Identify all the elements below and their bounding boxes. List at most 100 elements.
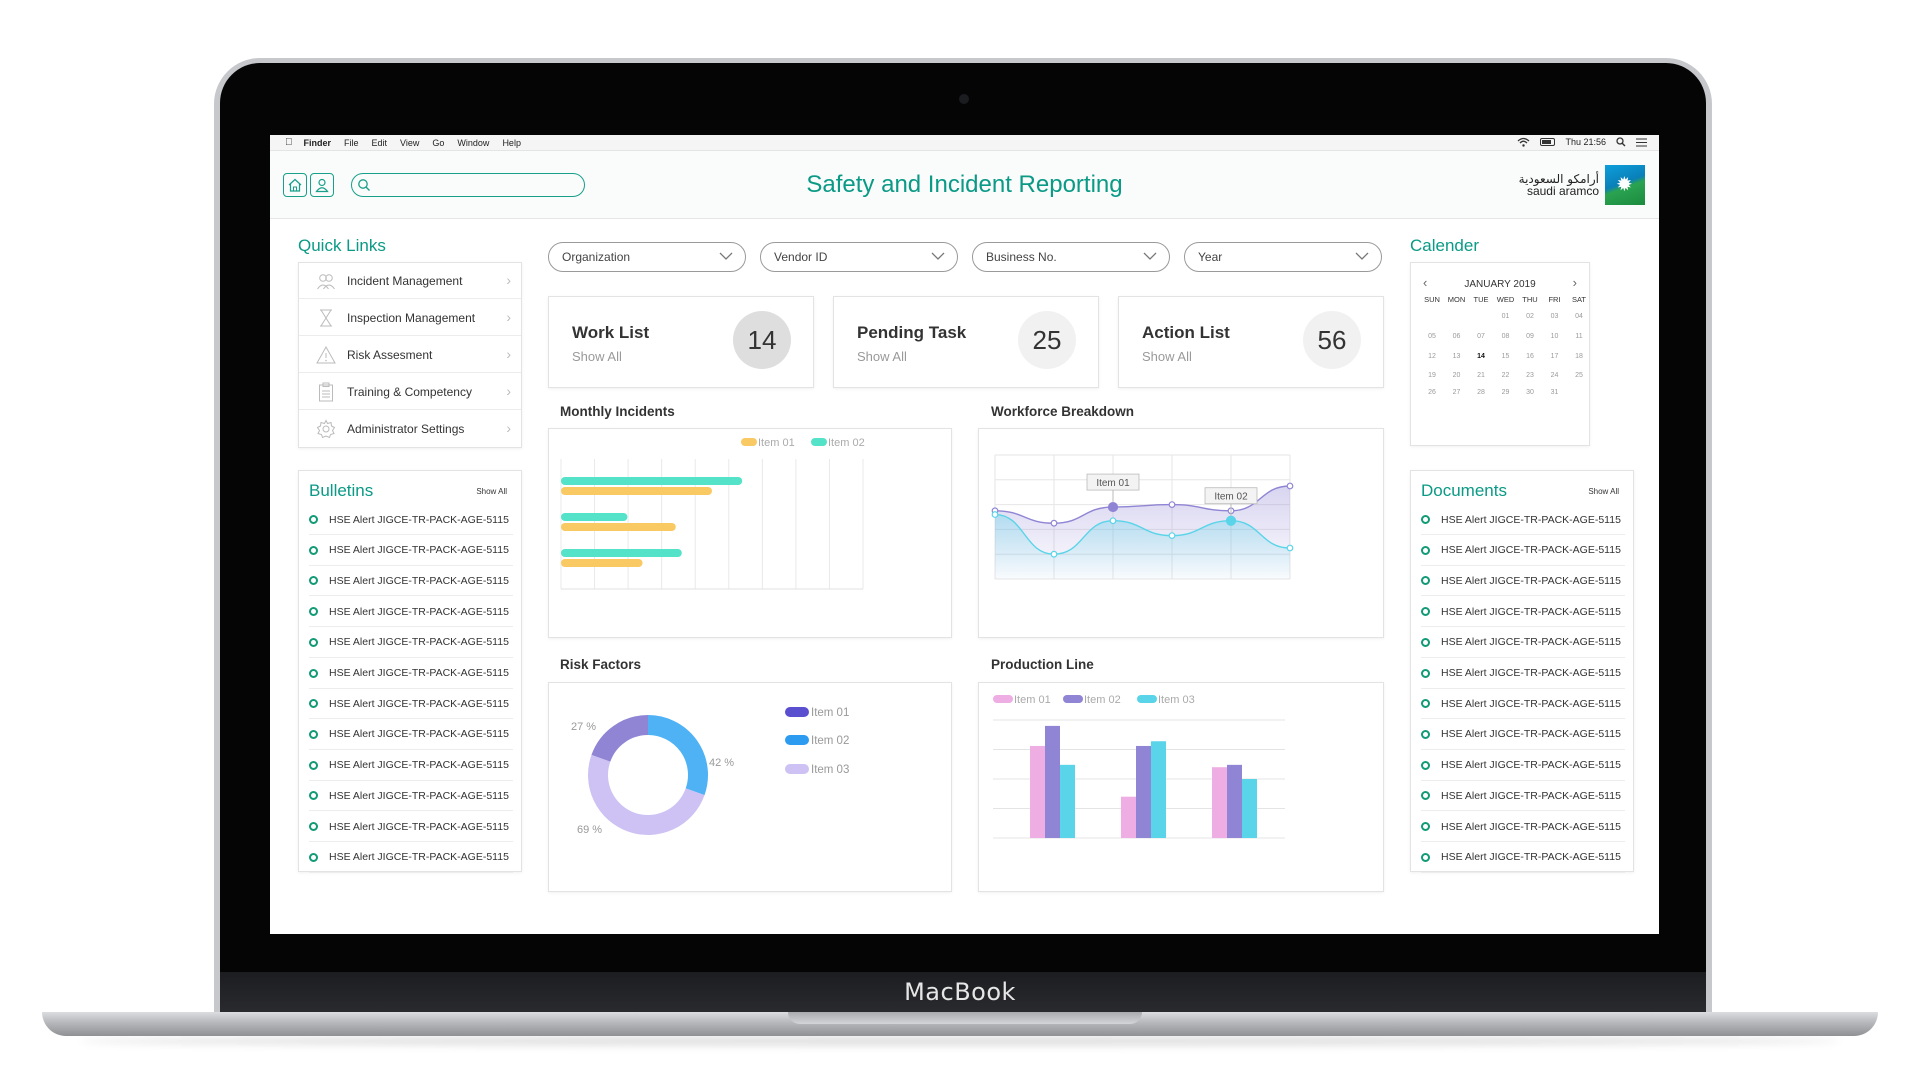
document-item[interactable]: HSE Alert JIGCE-TR-PACK-AGE-5115 xyxy=(1421,505,1625,535)
data-point[interactable] xyxy=(1109,517,1117,525)
bulletin-item[interactable]: HSE Alert JIGCE-TR-PACK-AGE-5115 xyxy=(309,843,513,873)
work-list-card[interactable]: Work List Show All 14 xyxy=(548,296,814,388)
bar-item-02[interactable] xyxy=(1227,764,1242,838)
wifi-icon[interactable] xyxy=(1517,137,1530,147)
calendar-day[interactable]: 28 xyxy=(1468,389,1494,396)
data-point[interactable] xyxy=(991,511,999,518)
bar-item-01[interactable] xyxy=(1212,767,1227,838)
calendar-day[interactable]: 10 xyxy=(1542,333,1568,340)
bar-item-01[interactable] xyxy=(1030,745,1045,838)
calendar-day[interactable]: 21 xyxy=(1468,372,1494,379)
document-item[interactable]: HSE Alert JIGCE-TR-PACK-AGE-5115 xyxy=(1421,751,1625,781)
vendor-id-dropdown[interactable]: Vendor ID xyxy=(760,242,958,272)
bar-item-03[interactable] xyxy=(1060,764,1075,838)
data-point[interactable] xyxy=(1168,532,1176,539)
menu-clock[interactable]: Thu 21:56 xyxy=(1565,137,1606,147)
bar-item-02[interactable] xyxy=(561,477,743,485)
calendar-day[interactable]: 23 xyxy=(1517,372,1543,379)
document-item[interactable]: HSE Alert JIGCE-TR-PACK-AGE-5115 xyxy=(1421,781,1625,812)
calendar-day[interactable]: 02 xyxy=(1517,313,1543,320)
menu-window[interactable]: Window xyxy=(457,138,489,148)
pending-task-card[interactable]: Pending Task Show All 25 xyxy=(833,296,1099,388)
data-point[interactable] xyxy=(1286,482,1294,490)
document-item[interactable]: HSE Alert JIGCE-TR-PACK-AGE-5115 xyxy=(1421,597,1625,628)
bulletins-show-all-link[interactable]: Show All xyxy=(476,487,507,496)
menu-go[interactable]: Go xyxy=(432,138,444,148)
calendar-day[interactable]: 06 xyxy=(1444,333,1470,340)
calendar-day[interactable]: 14 xyxy=(1468,353,1494,360)
spotlight-icon[interactable] xyxy=(1616,137,1626,147)
data-point[interactable] xyxy=(1050,519,1058,527)
pie-slice-item-03[interactable] xyxy=(588,754,705,835)
quick-link-administrator-settings[interactable]: Administrator Settings › xyxy=(299,411,521,447)
calendar-day[interactable]: 09 xyxy=(1517,333,1543,340)
menu-file[interactable]: File xyxy=(344,138,359,148)
action-list-card[interactable]: Action List Show All 56 xyxy=(1118,296,1384,388)
bar-item-01[interactable] xyxy=(1121,796,1136,838)
calendar-day[interactable]: 30 xyxy=(1517,389,1543,396)
calendar-day[interactable]: 31 xyxy=(1542,389,1568,396)
data-point[interactable] xyxy=(1107,501,1119,513)
calendar-day[interactable]: 12 xyxy=(1419,353,1445,360)
bulletin-item[interactable]: HSE Alert JIGCE-TR-PACK-AGE-5115 xyxy=(309,720,513,750)
bulletin-item[interactable]: HSE Alert JIGCE-TR-PACK-AGE-5115 xyxy=(309,689,513,720)
document-item[interactable]: HSE Alert JIGCE-TR-PACK-AGE-5115 xyxy=(1421,659,1625,689)
bar-item-02[interactable] xyxy=(561,549,682,557)
bulletin-item[interactable]: HSE Alert JIGCE-TR-PACK-AGE-5115 xyxy=(309,566,513,597)
calendar-day[interactable]: 18 xyxy=(1566,353,1592,360)
calendar-day[interactable]: 16 xyxy=(1517,353,1543,360)
calendar-day[interactable]: 08 xyxy=(1493,333,1519,340)
calendar-day[interactable]: 27 xyxy=(1444,389,1470,396)
year-dropdown[interactable]: Year xyxy=(1184,242,1382,272)
organization-dropdown[interactable]: Organization xyxy=(548,242,746,272)
calendar-day[interactable]: 22 xyxy=(1493,372,1519,379)
bar-item-02[interactable] xyxy=(1045,725,1060,838)
menu-list-icon[interactable] xyxy=(1636,138,1647,147)
documents-show-all-link[interactable]: Show All xyxy=(1588,487,1619,496)
menu-edit[interactable]: Edit xyxy=(372,138,388,148)
bulletin-item[interactable]: HSE Alert JIGCE-TR-PACK-AGE-5115 xyxy=(309,659,513,689)
data-point[interactable] xyxy=(1286,544,1294,552)
bulletin-item[interactable]: HSE Alert JIGCE-TR-PACK-AGE-5115 xyxy=(309,597,513,628)
bar-item-03[interactable] xyxy=(1151,741,1166,838)
document-item[interactable]: HSE Alert JIGCE-TR-PACK-AGE-5115 xyxy=(1421,720,1625,750)
calendar-day[interactable]: 19 xyxy=(1419,372,1445,379)
calendar-day[interactable]: 24 xyxy=(1542,372,1568,379)
calendar-day[interactable]: 03 xyxy=(1542,313,1568,320)
document-item[interactable]: HSE Alert JIGCE-TR-PACK-AGE-5115 xyxy=(1421,812,1625,842)
calendar-day[interactable]: 25 xyxy=(1566,372,1592,379)
bar-item-01[interactable] xyxy=(561,487,712,495)
calendar-day[interactable]: 11 xyxy=(1566,333,1592,340)
bar-item-01[interactable] xyxy=(561,559,643,567)
quick-link-inspection-management[interactable]: Inspection Management › xyxy=(299,300,521,336)
calendar-day[interactable]: 05 xyxy=(1419,333,1445,340)
bulletin-item[interactable]: HSE Alert JIGCE-TR-PACK-AGE-5115 xyxy=(309,812,513,842)
pie-slice-item-01[interactable] xyxy=(591,715,649,763)
bar-item-02[interactable] xyxy=(561,513,628,521)
data-point[interactable] xyxy=(1050,550,1058,558)
quick-link-training-competency[interactable]: Training & Competency › xyxy=(299,374,521,410)
quick-link-risk-assesment[interactable]: Risk Assesment › xyxy=(299,337,521,373)
pie-slice-item-02[interactable] xyxy=(647,715,708,796)
data-point[interactable] xyxy=(1225,515,1237,526)
document-item[interactable]: HSE Alert JIGCE-TR-PACK-AGE-5115 xyxy=(1421,536,1625,566)
calendar-day[interactable]: 15 xyxy=(1493,353,1519,360)
calendar-day[interactable]: 26 xyxy=(1419,389,1445,396)
bar-item-03[interactable] xyxy=(1242,779,1257,838)
quick-link-incident-management[interactable]: Incident Management › xyxy=(299,263,521,299)
calendar-day[interactable]: 13 xyxy=(1444,353,1470,360)
menu-view[interactable]: View xyxy=(400,138,419,148)
data-point[interactable] xyxy=(1168,501,1176,508)
bulletin-item[interactable]: HSE Alert JIGCE-TR-PACK-AGE-5115 xyxy=(309,628,513,658)
bar-item-02[interactable] xyxy=(1136,745,1151,838)
menu-help[interactable]: Help xyxy=(502,138,521,148)
document-item[interactable]: HSE Alert JIGCE-TR-PACK-AGE-5115 xyxy=(1421,628,1625,658)
calendar-day[interactable]: 07 xyxy=(1468,333,1494,340)
card-show-all-link[interactable]: Show All xyxy=(572,349,622,364)
menu-finder[interactable]: Finder xyxy=(304,138,332,148)
battery-icon[interactable] xyxy=(1540,138,1556,146)
calendar-day[interactable]: 20 xyxy=(1444,372,1470,379)
calendar-day[interactable]: 29 xyxy=(1493,389,1519,396)
document-item[interactable]: HSE Alert JIGCE-TR-PACK-AGE-5115 xyxy=(1421,843,1625,873)
document-item[interactable]: HSE Alert JIGCE-TR-PACK-AGE-5115 xyxy=(1421,689,1625,720)
